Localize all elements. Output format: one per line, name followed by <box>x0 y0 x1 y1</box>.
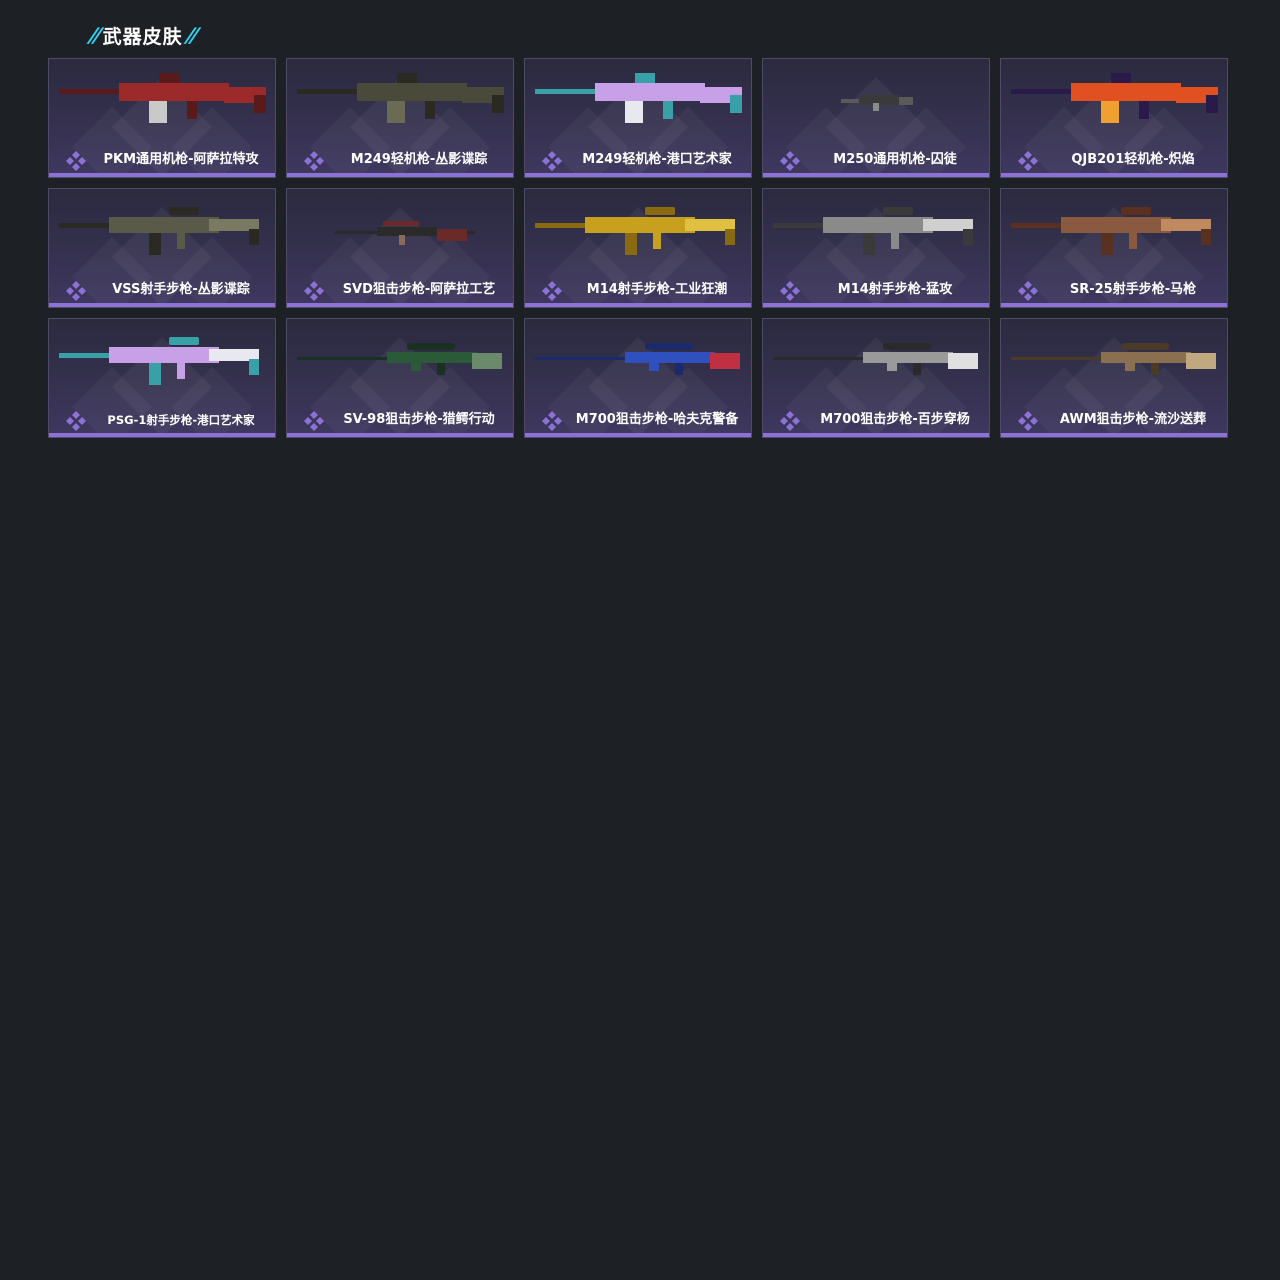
rarity-diamond-icon <box>1018 281 1038 301</box>
skin-name: VSS射手步枪-丛影谍踪 <box>112 282 250 297</box>
weapon-image <box>59 73 266 123</box>
skin-card[interactable]: M249轻机枪-丛影谍踪 <box>286 58 514 178</box>
rarity-diamond-icon <box>304 281 324 301</box>
skin-name: SVD狙击步枪-阿萨拉工艺 <box>342 282 496 297</box>
rarity-diamond-icon <box>304 411 324 431</box>
skin-card[interactable]: SVD狙击步枪-阿萨拉工艺 <box>286 188 514 308</box>
weapon-image <box>59 207 259 255</box>
card-footer: M700狙击步枪-哈夫克警备 <box>525 407 751 433</box>
skin-name: M700狙击步枪-哈夫克警备 <box>575 412 739 427</box>
card-footer: SVD狙击步枪-阿萨拉工艺 <box>287 277 513 303</box>
skin-card[interactable]: SV-98狙击步枪-猎鳄行动 <box>286 318 514 438</box>
weapon-image <box>335 221 475 245</box>
rarity-diamond-icon <box>542 281 562 301</box>
skin-card[interactable]: PKM通用机枪-阿萨拉特攻 <box>48 58 276 178</box>
title-slashes-left: // <box>87 23 101 47</box>
rarity-diamond-icon <box>304 151 324 171</box>
skin-name: AWM狙击步枪-流沙送葬 <box>1059 412 1207 427</box>
weapon-image <box>1011 343 1216 375</box>
rarity-diamond-icon <box>780 151 800 171</box>
skin-card[interactable]: M249轻机枪-港口艺术家 <box>524 58 752 178</box>
skin-card[interactable]: AWM狙击步枪-流沙送葬 <box>1000 318 1228 438</box>
weapon-image <box>297 343 502 375</box>
skin-name: PSG-1射手步枪-港口艺术家 <box>107 413 255 427</box>
weapon-image <box>773 207 973 255</box>
card-footer: PSG-1射手步枪-港口艺术家 <box>49 407 275 433</box>
card-footer: QJB201轻机枪-炽焰 <box>1001 147 1227 173</box>
weapon-image <box>535 207 735 255</box>
rarity-diamond-icon <box>1018 151 1038 171</box>
section-title-text: 武器皮肤 <box>102 25 183 48</box>
skin-name: SV-98狙击步枪-猎鳄行动 <box>343 412 495 427</box>
card-footer: M249轻机枪-丛影谍踪 <box>287 147 513 173</box>
weapon-image <box>1011 207 1211 255</box>
skin-card[interactable]: M700狙击步枪-百步穿杨 <box>762 318 990 438</box>
weapon-image <box>1011 73 1218 123</box>
title-slashes-right: // <box>184 23 198 47</box>
card-footer: M14射手步枪-猛攻 <box>763 277 989 303</box>
card-footer: SV-98狙击步枪-猎鳄行动 <box>287 407 513 433</box>
rarity-diamond-icon <box>66 411 86 431</box>
skin-name: M249轻机枪-丛影谍踪 <box>350 152 488 167</box>
skin-card[interactable]: M250通用机枪-囚徒 <box>762 58 990 178</box>
skin-name: M14射手步枪-工业狂潮 <box>586 282 728 297</box>
card-footer: AWM狙击步枪-流沙送葬 <box>1001 407 1227 433</box>
card-footer: PKM通用机枪-阿萨拉特攻 <box>49 147 275 173</box>
section-title: // 武器皮肤 // <box>87 20 198 50</box>
skin-name: PKM通用机枪-阿萨拉特攻 <box>103 152 259 167</box>
skin-card[interactable]: PSG-1射手步枪-港口艺术家 <box>48 318 276 438</box>
skin-name: SR-25射手步枪-马枪 <box>1069 282 1197 297</box>
weapon-image <box>535 73 742 123</box>
card-footer: M249轻机枪-港口艺术家 <box>525 147 751 173</box>
skin-name: QJB201轻机枪-炽焰 <box>1071 152 1195 167</box>
rarity-diamond-icon <box>66 151 86 171</box>
skin-name: M250通用机枪-囚徒 <box>833 152 957 167</box>
card-footer: M700狙击步枪-百步穿杨 <box>763 407 989 433</box>
card-footer: VSS射手步枪-丛影谍踪 <box>49 277 275 303</box>
skin-card[interactable]: M700狙击步枪-哈夫克警备 <box>524 318 752 438</box>
card-footer: M250通用机枪-囚徒 <box>763 147 989 173</box>
rarity-diamond-icon <box>1018 411 1038 431</box>
card-footer: SR-25射手步枪-马枪 <box>1001 277 1227 303</box>
skin-card[interactable]: QJB201轻机枪-炽焰 <box>1000 58 1228 178</box>
weapon-image <box>59 337 259 385</box>
skin-card[interactable]: M14射手步枪-猛攻 <box>762 188 990 308</box>
weapon-image <box>535 343 740 375</box>
weapon-image <box>773 343 978 375</box>
rarity-diamond-icon <box>542 411 562 431</box>
weapon-image <box>297 73 504 123</box>
skin-name: M14射手步枪-猛攻 <box>837 282 953 297</box>
rarity-diamond-icon <box>66 281 86 301</box>
skin-card[interactable]: M14射手步枪-工业狂潮 <box>524 188 752 308</box>
skin-grid: PKM通用机枪-阿萨拉特攻 M249轻机枪-丛影谍踪 M249轻机枪-港口艺术家 M2… <box>48 58 1228 438</box>
rarity-diamond-icon <box>780 411 800 431</box>
skin-name: M249轻机枪-港口艺术家 <box>582 152 732 167</box>
skin-card[interactable]: VSS射手步枪-丛影谍踪 <box>48 188 276 308</box>
weapon-image <box>841 95 913 111</box>
skin-name: M700狙击步枪-百步穿杨 <box>820 412 970 427</box>
rarity-diamond-icon <box>780 281 800 301</box>
rarity-diamond-icon <box>542 151 562 171</box>
page: // 武器皮肤 // PKM通用机枪-阿萨拉特攻 M249轻机枪-丛影谍踪 M249… <box>0 0 1280 1280</box>
skin-card[interactable]: SR-25射手步枪-马枪 <box>1000 188 1228 308</box>
card-footer: M14射手步枪-工业狂潮 <box>525 277 751 303</box>
